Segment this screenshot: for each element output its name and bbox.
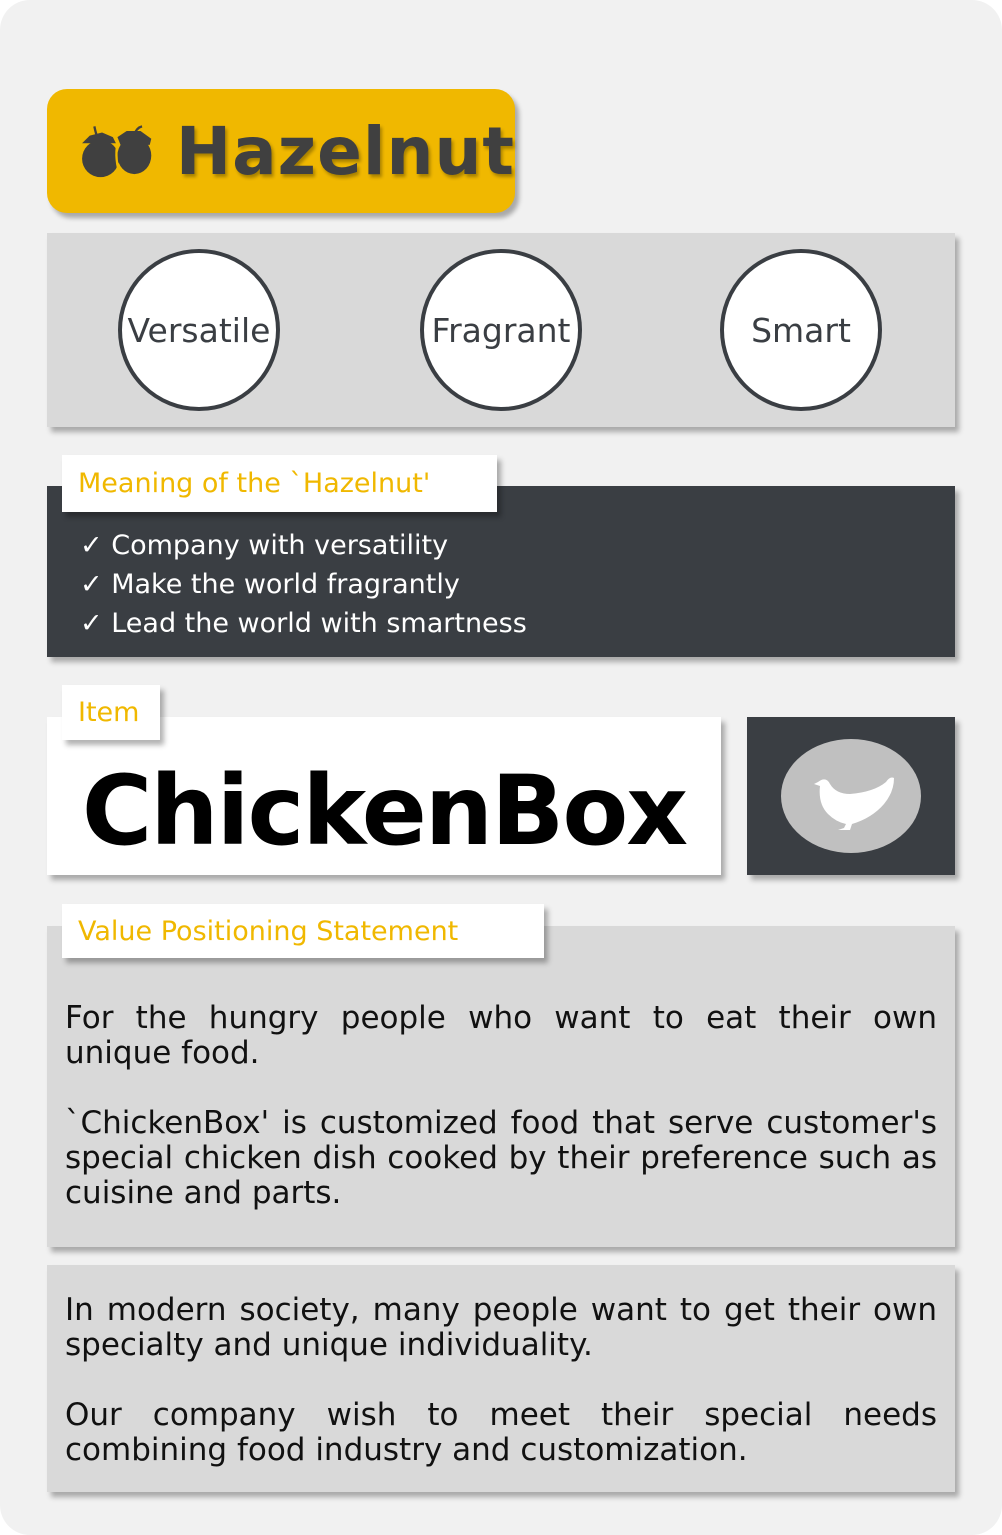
vps-panel: For the hungry people who want to eat th… xyxy=(47,926,955,1247)
trait-circle: Fragrant xyxy=(420,249,582,411)
chicken-icon xyxy=(781,739,921,853)
trait-label: Fragrant xyxy=(431,310,571,350)
check-icon: ✓ xyxy=(80,530,103,561)
mission-paragraph: Our company wish to meet their special n… xyxy=(65,1397,937,1468)
trait-circle: Smart xyxy=(720,249,882,411)
vps-paragraph: For the hungry people who want to eat th… xyxy=(65,1000,937,1071)
vps-paragraph: `ChickenBox' is customized food that ser… xyxy=(65,1105,937,1211)
trait-label: Smart xyxy=(751,310,851,350)
acorn-icon xyxy=(82,125,152,178)
list-item-text: Lead the world with smartness xyxy=(111,608,527,639)
check-icon: ✓ xyxy=(80,569,103,600)
trait-circle: Versatile xyxy=(118,249,280,411)
item-panel: ChickenBox xyxy=(47,717,721,875)
mission-paragraph: In modern society, many people want to g… xyxy=(65,1292,937,1363)
item-label: Item xyxy=(62,685,160,740)
list-item: ✓ Company with versatility xyxy=(80,526,527,565)
list-item: ✓ Lead the world with smartness xyxy=(80,604,527,643)
item-icon-panel xyxy=(747,717,955,875)
brand-title: Hazelnut xyxy=(175,112,515,190)
list-item-text: Company with versatility xyxy=(111,530,449,561)
trait-label: Versatile xyxy=(127,310,271,350)
list-item-text: Make the world fragrantly xyxy=(111,569,460,600)
check-icon: ✓ xyxy=(80,608,103,639)
meaning-list: ✓ Company with versatility ✓ Make the wo… xyxy=(80,526,527,643)
brand-banner: Hazelnut xyxy=(47,89,515,213)
vps-label: Value Positioning Statement xyxy=(62,904,544,958)
item-name: ChickenBox xyxy=(81,755,688,867)
list-item: ✓ Make the world fragrantly xyxy=(80,565,527,604)
meaning-label: Meaning of the `Hazelnut' xyxy=(62,455,497,512)
mission-panel: In modern society, many people want to g… xyxy=(47,1265,955,1492)
page: Hazelnut Versatile Fragrant Smart Meanin… xyxy=(0,0,1002,1535)
